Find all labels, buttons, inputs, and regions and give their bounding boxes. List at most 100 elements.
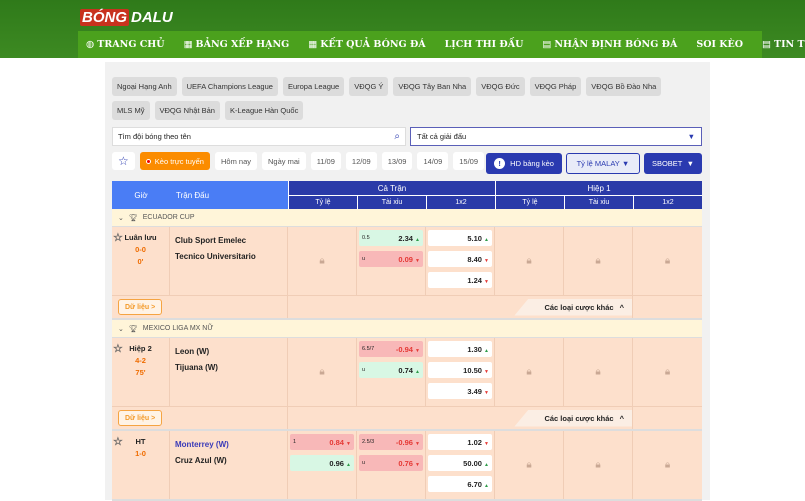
nav-item[interactable]: ◍ TRANG CHỦ — [86, 39, 165, 50]
odds-button[interactable]: 8.40 ▼ — [428, 251, 492, 267]
more-bets-button[interactable]: Các loại cược khác ^ — [514, 298, 632, 316]
odds-button[interactable]: 1 0.84 ▼ — [290, 434, 354, 450]
league-chip[interactable]: Ngoại Hạng Anh — [112, 77, 177, 96]
more-bets-button[interactable]: Các loại cược khác ^ — [514, 409, 632, 427]
odds-button[interactable]: 1.24 ▼ — [428, 272, 492, 288]
nav-item[interactable]: LỊCH THI ĐẤU — [445, 39, 524, 50]
bookmaker-dropdown[interactable]: SBOBET ▼ — [643, 153, 702, 174]
lock-icon: 🔒︎ — [319, 255, 325, 267]
search-placeholder: Tìm đội bóng theo tên — [118, 132, 191, 141]
league-chip[interactable]: VĐQG Bồ Đào Nha — [586, 77, 662, 96]
league-chip[interactable]: VĐQG Đức — [476, 77, 525, 96]
team-search-input[interactable]: Tìm đội bóng theo tên ⌕ — [112, 127, 406, 146]
home-team[interactable]: Monterrey (W) — [175, 437, 282, 453]
col-hdp: Tỷ lệ — [288, 196, 357, 209]
arrow-down-icon: ▼ — [415, 461, 420, 468]
odds-value: 8.40 — [467, 254, 482, 264]
league-chip[interactable]: MLS Mỹ — [112, 101, 150, 120]
match-row: ☆ Hiệp 2 4-2 75' Leon (W) Tijuana (W) 🔒︎ 6.5… — [112, 338, 702, 431]
odds-button[interactable]: 3.49 ▼ — [428, 383, 492, 399]
lock-icon: 🔒︎ — [664, 255, 671, 267]
nav-item[interactable]: ▤ NHẬN ĐỊNH BÓNG ĐÁ — [542, 39, 677, 50]
league-chip[interactable]: VĐQG Nhật Bản — [154, 101, 220, 120]
date-filter-button[interactable]: 12/09 — [345, 152, 377, 170]
odds-guide-button[interactable]: ! HD bảng kèo — [486, 153, 562, 174]
live-odds-button[interactable]: Kèo trực tuyến — [139, 152, 210, 170]
date-filter-button[interactable]: 11/09 — [310, 152, 341, 170]
league-icon: 🏆︎ — [128, 325, 138, 333]
match-data-button[interactable]: Dữ liệu > — [118, 299, 163, 315]
nav-item[interactable]: ▦ BẢNG XẾP HẠNG — [184, 39, 290, 50]
league-chip[interactable]: VĐQG Ý — [349, 77, 389, 96]
nav-item[interactable]: ▤TIN TỨC — [762, 39, 805, 50]
league-chip[interactable]: Europa League — [282, 77, 345, 96]
col-group-half-label: Hiệp 1 — [495, 181, 702, 196]
league-row[interactable]: ⌄ 🏆︎ ECUADOR CUP — [112, 209, 702, 227]
date-filter-button[interactable]: Ngày mai — [262, 152, 306, 170]
arrow-up-icon: ▲ — [346, 461, 351, 468]
home-team[interactable]: Leon (W) — [175, 344, 282, 360]
odds-line: 1 — [293, 439, 297, 445]
league-row[interactable]: ⌄ 🏆︎ MEXICO LIGA MX NỮ — [112, 320, 702, 338]
league-chip[interactable]: VĐQG Tây Ban Nha — [393, 77, 472, 96]
odds-type-dropdown[interactable]: Tỷ lệ MALAY ▼ — [565, 153, 640, 174]
favorite-star-icon[interactable]: ☆ — [113, 435, 123, 448]
date-filter-button[interactable]: Hôm nay — [214, 152, 257, 170]
date-filter-button[interactable]: 14/09 — [417, 152, 449, 170]
away-team[interactable]: Cruz Azul (W) — [175, 453, 282, 469]
news-icon: ▤ — [762, 39, 771, 50]
odds-button[interactable]: 1.02 ▼ — [428, 434, 492, 450]
odds-value: -0.94 — [395, 344, 413, 354]
favorite-star-icon[interactable]: ☆ — [113, 342, 123, 355]
odds-guide-label: HD bảng kèo — [510, 159, 554, 168]
col-ou: Tài xỉu — [357, 196, 426, 209]
nav-item[interactable]: ▦ KẾT QUẢ BÓNG ĐÁ — [308, 39, 425, 50]
date-filter-button[interactable]: 15/09 — [453, 152, 485, 170]
odds-button[interactable]: 5.10 ▲ — [428, 230, 492, 246]
league-select[interactable]: Tất cả giải đấu ▼ — [410, 127, 702, 146]
date-filter-button[interactable]: 13/09 — [381, 152, 413, 170]
arrow-down-icon: ▼ — [484, 257, 489, 264]
odds-button[interactable]: 50.00 ▲ — [428, 455, 492, 471]
odds-button[interactable]: 0.96 ▲ — [290, 455, 354, 471]
odds-button[interactable]: 0.5 2.34 ▲ — [359, 230, 423, 246]
odds-button[interactable]: u 0.76 ▼ — [359, 455, 423, 471]
odds-button[interactable]: u 0.74 ▲ — [359, 362, 423, 378]
odds-button[interactable]: 6.5/7 -0.94 ▼ — [359, 341, 423, 357]
nav-item[interactable]: SOI KÈO — [696, 39, 743, 50]
globe-icon: ◍ — [86, 39, 95, 50]
nav-item-label: KẾT QUẢ BÓNG ĐÁ — [320, 39, 426, 50]
chevron-down-icon[interactable]: ⌄ — [118, 214, 124, 222]
odds-line: u — [362, 256, 366, 262]
site-logo[interactable]: BÓNG DALU — [80, 6, 173, 28]
away-team[interactable]: Tijuana (W) — [175, 360, 282, 376]
odds-line: 2.5/3 — [362, 439, 375, 445]
away-team[interactable]: Tecnico Universitario — [175, 249, 282, 265]
match-score: 0-0 — [135, 245, 146, 254]
search-icon[interactable]: ⌕ — [394, 131, 400, 142]
league-chip[interactable]: UEFA Champions League — [181, 77, 278, 96]
league-chip[interactable]: K-League Hàn Quốc — [224, 101, 304, 120]
favorites-star-button[interactable]: ☆ — [112, 152, 135, 170]
odds-button[interactable]: 1.30 ▲ — [428, 341, 492, 357]
odds-button[interactable]: 2.5/3 -0.96 ▼ — [359, 434, 423, 450]
odds-settings: ! HD bảng kèo Tỷ lệ MALAY ▼ SBOBET ▼ — [486, 153, 702, 174]
arrow-down-icon: ▼ — [415, 257, 420, 264]
calendar-icon: ▦ — [308, 39, 318, 50]
odds-value: -0.96 — [395, 437, 413, 447]
home-team[interactable]: Club Sport Emelec — [175, 233, 282, 249]
col-1x2: 1x2 — [426, 196, 495, 209]
match-data-button[interactable]: Dữ liệu > — [118, 410, 163, 426]
odds-value: 1.02 — [467, 437, 482, 447]
odds-button[interactable]: 10.50 ▼ — [428, 362, 492, 378]
odds-button[interactable]: u 0.09 ▼ — [359, 251, 423, 267]
col-match: Trận Đấu — [170, 181, 288, 209]
favorite-star-icon[interactable]: ☆ — [113, 231, 123, 244]
odds-button[interactable]: 6.70 ▲ — [428, 476, 492, 492]
league-chip[interactable]: VĐQG Pháp — [529, 77, 582, 96]
nav-item-label: TRANG CHỦ — [97, 39, 165, 50]
match-score: 1-0 — [135, 449, 146, 458]
nav-item-label: BẢNG XẾP HẠNG — [195, 39, 290, 50]
chevron-down-icon[interactable]: ⌄ — [118, 325, 124, 333]
arrow-down-icon: ▼ — [484, 278, 489, 285]
